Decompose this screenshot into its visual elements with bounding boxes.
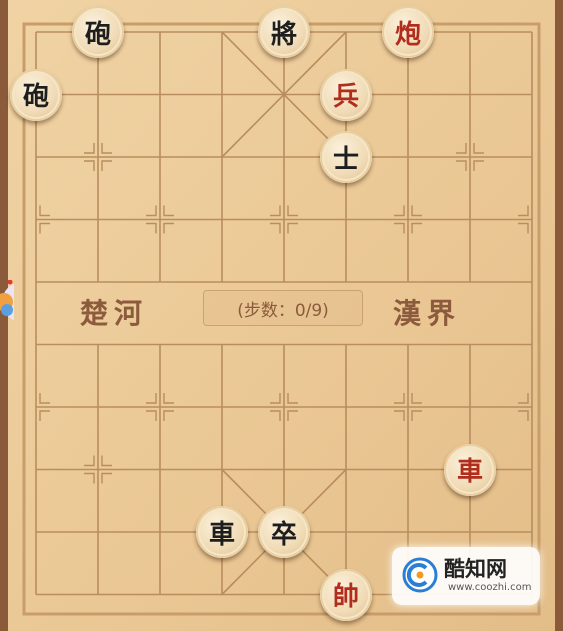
side-float-icon[interactable] bbox=[0, 279, 42, 324]
black-cannon-left-piece[interactable]: 砲 bbox=[10, 68, 62, 121]
red-general-piece[interactable]: 帥 bbox=[320, 568, 372, 621]
river-label-right: 漢界 bbox=[393, 297, 462, 330]
watermark: 酷知网 www.coozhi.com bbox=[392, 547, 540, 605]
black-chariot-piece[interactable]: 車 bbox=[196, 506, 248, 558]
red-cannon-piece[interactable]: 炮 bbox=[382, 6, 434, 58]
black-advisor-piece[interactable]: 士 bbox=[320, 131, 372, 183]
black-soldier-piece[interactable]: 卒 bbox=[258, 506, 310, 558]
black-general-piece[interactable]: 將 bbox=[258, 6, 310, 58]
watermark-url: www.coozhi.com bbox=[448, 582, 532, 593]
black-cannon-top-left-piece[interactable]: 砲 bbox=[72, 6, 124, 58]
river-label-left: 楚河 bbox=[80, 297, 149, 330]
watermark-name: 酷知网 bbox=[444, 557, 507, 581]
move-counter: (步数：0/9) bbox=[203, 290, 363, 326]
coozhi-logo-icon bbox=[402, 557, 438, 593]
xiangqi-game: { "board": { "river_left": "楚河", "river_… bbox=[0, 0, 563, 631]
red-chariot-piece[interactable]: 車 bbox=[444, 443, 496, 496]
red-soldier-piece[interactable]: 兵 bbox=[320, 68, 372, 121]
move-counter-text: (步数：0/9) bbox=[237, 300, 329, 321]
